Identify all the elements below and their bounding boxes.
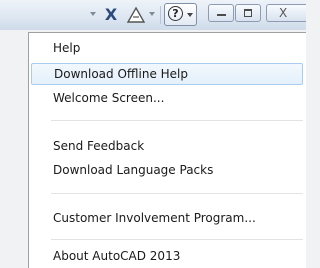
title-bar: X ? X	[0, 0, 306, 30]
menu-item-download-offline-help[interactable]: Download Offline Help	[31, 63, 303, 85]
menu-separator	[51, 120, 303, 121]
maximize-button[interactable]	[235, 4, 261, 22]
toolbar-separator	[160, 6, 161, 24]
menu-item-download-language-packs[interactable]: Download Language Packs	[31, 159, 303, 181]
menu-item-customer-involvement-program[interactable]: Customer Involvement Program...	[31, 207, 303, 229]
menu-item-about-autocad[interactable]: About AutoCAD 2013	[31, 245, 303, 267]
dropdown-arrow-icon[interactable]	[90, 12, 96, 16]
minimize-button[interactable]	[208, 4, 234, 22]
chevron-down-icon	[187, 13, 193, 17]
minimize-icon	[217, 14, 226, 16]
menu-item-send-feedback[interactable]: Send Feedback	[31, 135, 303, 157]
maximize-icon	[244, 9, 252, 17]
menu-separator	[51, 193, 303, 194]
close-button[interactable]: X	[266, 4, 306, 22]
dropdown-arrow-icon[interactable]	[149, 12, 155, 16]
menu-item-help[interactable]: Help	[31, 37, 303, 59]
menu-item-welcome-screen[interactable]: Welcome Screen...	[31, 87, 303, 109]
help-icon: ?	[168, 6, 183, 21]
close-icon: X	[279, 6, 288, 20]
exchange-x-icon[interactable]: X	[100, 5, 122, 25]
menu-separator	[51, 239, 303, 240]
help-dropdown-menu: Help Download Offline Help Welcome Scree…	[28, 32, 306, 268]
help-button[interactable]: ?	[164, 3, 197, 26]
autodesk-a360-icon[interactable]	[126, 5, 146, 25]
